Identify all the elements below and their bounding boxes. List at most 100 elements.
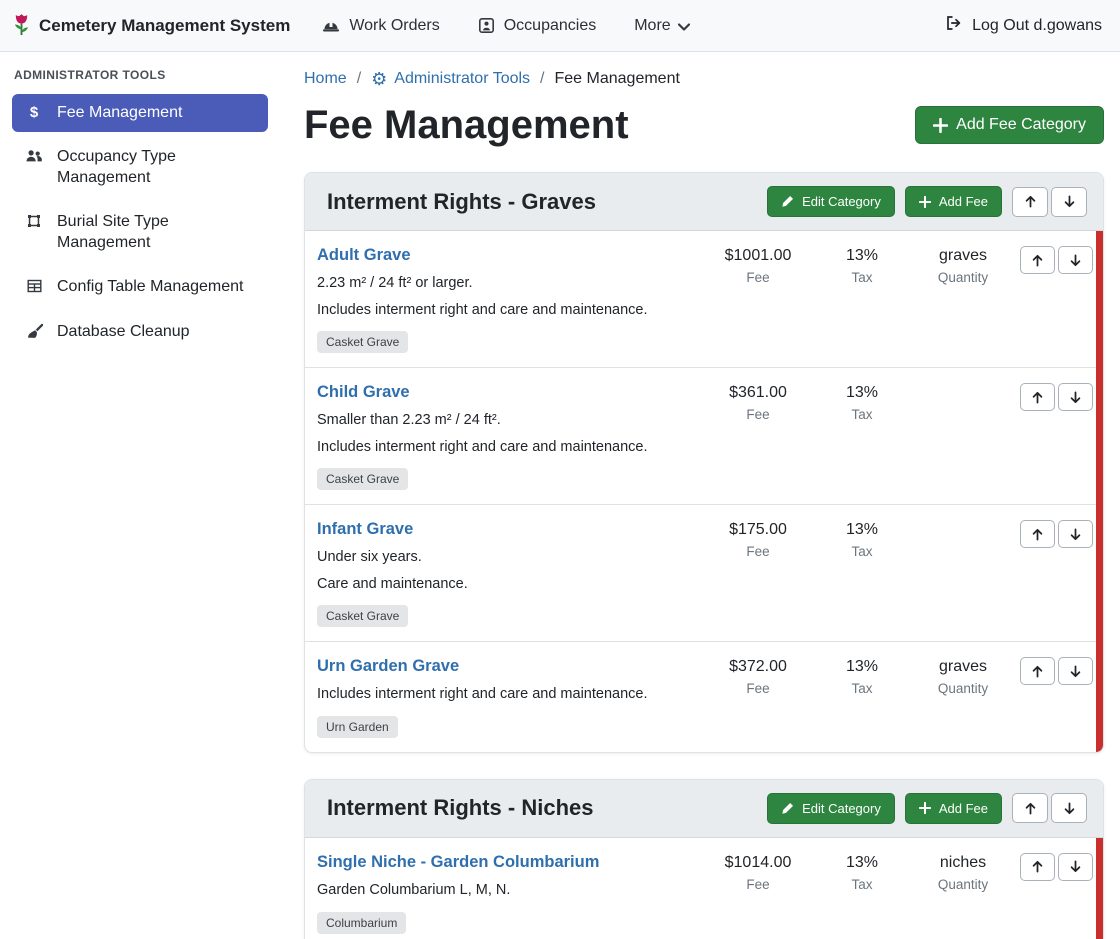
fee-amount: $361.00 Fee [703,381,813,422]
tax-value: 13% [813,521,911,539]
quantity-label: Quantity [911,877,1015,892]
add-fee-category-button[interactable]: Add Fee Category [915,106,1104,144]
breadcrumb-separator: / [357,70,361,88]
fee-tax: 13% Tax [813,518,911,559]
arrow-up-icon [1031,391,1044,404]
fee-description: Garden Columbarium L, M, N. [317,881,703,901]
plus-icon [919,802,931,814]
tax-label: Tax [813,681,911,696]
sidebar-item-occupancy-type-management[interactable]: Occupancy Type Management [12,138,268,197]
edit-category-button[interactable]: Edit Category [767,793,895,824]
move-category-up-button[interactable] [1012,793,1048,823]
broom-icon [24,323,44,339]
fee-type-badge: Casket Grave [317,331,408,353]
tax-value: 13% [813,854,911,872]
quantity-label: Quantity [911,681,1015,696]
quantity-value: graves [911,247,1015,265]
fee-value: $372.00 [703,658,813,676]
quantity-value: niches [911,854,1015,872]
dollar-icon: $ [24,104,44,122]
sidebar-item-config-table-management[interactable]: Config Table Management [12,268,268,306]
tax-value: 13% [813,384,911,402]
fee-description: Smaller than 2.23 m² / 24 ft². [317,411,703,431]
tax-value: 13% [813,247,911,265]
logout-button[interactable]: Log Out d.gowans [945,15,1102,36]
occupancy-icon [478,17,495,34]
fee-label: Fee [703,270,813,285]
move-fee-up-button[interactable] [1020,383,1055,411]
fee-name-link[interactable]: Adult Grave [317,246,411,265]
fee-label: Fee [703,407,813,422]
fee-amount: $1014.00 Fee [703,851,813,892]
move-fee-up-button[interactable] [1020,520,1055,548]
sidebar-item-fee-management[interactable]: $ Fee Management [12,94,268,132]
nav-more[interactable]: More [634,17,689,35]
nav-work-orders[interactable]: Work Orders [322,17,439,35]
breadcrumb-home-link[interactable]: Home [304,70,347,88]
fee-quantity: graves Quantity [911,655,1015,696]
arrow-up-icon [1031,665,1044,678]
arrow-up-icon [1031,254,1044,267]
move-fee-down-button[interactable] [1058,246,1093,274]
fee-category-card: Interment Rights - Graves Edit Category … [304,172,1104,753]
sidebar-item-database-cleanup[interactable]: Database Cleanup [12,313,268,351]
tax-label: Tax [813,407,911,422]
arrow-up-icon [1024,802,1037,815]
category-title: Interment Rights - Graves [327,189,596,215]
fee-name-link[interactable]: Urn Garden Grave [317,657,459,676]
tulip-logo-icon [12,13,31,38]
page-title: Fee Management [304,102,629,148]
fee-type-badge: Columbarium [317,912,406,934]
fee-description: Includes interment right and care and ma… [317,301,703,321]
fee-type-badge: Casket Grave [317,605,408,627]
move-category-down-button[interactable] [1051,187,1087,217]
vector-square-icon [24,213,44,229]
add-fee-button[interactable]: Add Fee [905,186,1002,217]
sidebar-item-burial-site-type-management[interactable]: Burial Site Type Management [12,203,268,262]
fee-type-badge: Casket Grave [317,468,408,490]
fee-description: Care and maintenance. [317,575,703,595]
fee-quantity: graves Quantity [911,244,1015,285]
arrow-down-icon [1069,528,1082,541]
tax-label: Tax [813,877,911,892]
fee-tax: 13% Tax [813,655,911,696]
tax-label: Tax [813,544,911,559]
add-fee-button[interactable]: Add Fee [905,793,1002,824]
breadcrumb-current: Fee Management [555,70,680,88]
fee-description: Includes interment right and care and ma… [317,438,703,458]
move-category-up-button[interactable] [1012,187,1048,217]
category-header: Interment Rights - Graves Edit Category … [305,173,1103,231]
fee-amount: $372.00 Fee [703,655,813,696]
fee-name-link[interactable]: Single Niche - Garden Columbarium [317,853,599,872]
table-icon [24,278,44,294]
move-fee-down-button[interactable] [1058,853,1093,881]
category-title: Interment Rights - Niches [327,795,593,821]
fee-label: Fee [703,877,813,892]
move-fee-down-button[interactable] [1058,383,1093,411]
move-fee-up-button[interactable] [1020,246,1055,274]
fee-type-badge: Urn Garden [317,716,398,738]
fee-row: Adult Grave 2.23 m² / 24 ft² or larger.I… [305,231,1103,368]
sidebar: ADMINISTRATOR TOOLS $ Fee Management Occ… [0,52,280,357]
edit-category-button[interactable]: Edit Category [767,186,895,217]
fee-name-link[interactable]: Child Grave [317,383,410,402]
move-fee-up-button[interactable] [1020,853,1055,881]
card-scrollbar[interactable] [1096,231,1103,752]
move-fee-down-button[interactable] [1058,657,1093,685]
fee-row: Urn Garden Grave Includes interment righ… [305,642,1103,752]
fee-row: Single Niche - Garden Columbarium Garden… [305,838,1103,939]
breadcrumb-admin-tools-link[interactable]: ⚙ Administrator Tools [371,70,530,88]
fee-quantity: niches Quantity [911,851,1015,892]
move-fee-up-button[interactable] [1020,657,1055,685]
fee-description: Includes interment right and care and ma… [317,685,703,705]
nav-occupancies[interactable]: Occupancies [478,17,597,35]
fee-name-link[interactable]: Infant Grave [317,520,413,539]
plus-icon [919,196,931,208]
move-category-down-button[interactable] [1051,793,1087,823]
fee-value: $361.00 [703,384,813,402]
fee-category-card: Interment Rights - Niches Edit Category … [304,779,1104,939]
card-scrollbar[interactable] [1096,838,1103,939]
fee-amount: $1001.00 Fee [703,244,813,285]
arrow-up-icon [1031,860,1044,873]
move-fee-down-button[interactable] [1058,520,1093,548]
